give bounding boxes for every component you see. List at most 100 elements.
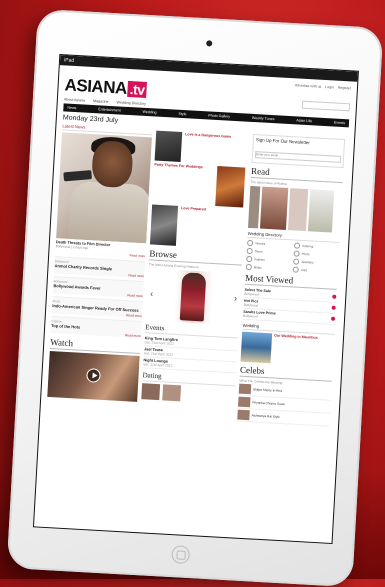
- item-text: Party Themes For Weddings: [152, 163, 214, 206]
- newsletter-title: Sign Up For Our Newsletter: [255, 137, 310, 146]
- directory-item[interactable]: Venues: [246, 239, 292, 249]
- tablet-screen: iPad Advertise with us Login Register AS…: [32, 54, 359, 545]
- item-title: Party Themes For Weddings: [154, 162, 203, 170]
- circle-icon: [246, 239, 254, 247]
- chevron-left-icon[interactable]: ‹: [150, 288, 154, 298]
- nav-weekly-tunes[interactable]: Weekly Tunes: [252, 116, 275, 121]
- camera-icon: [206, 40, 213, 47]
- item-title: Love Is a Dangerous Game: [185, 132, 232, 139]
- newsletter-box: Sign Up For Our Newsletter: [251, 133, 346, 169]
- status-bar-time: [214, 64, 215, 74]
- event-date: Sat, 21st April 2012: [143, 362, 173, 368]
- celeb-image: [237, 409, 250, 421]
- wedding-feature[interactable]: Our Wedding in Mauritius: [240, 331, 335, 367]
- wedding-title: Our Wedding in Mauritius: [273, 333, 318, 340]
- dating-image: [141, 383, 161, 401]
- gallery-carousel[interactable]: ‹ ›: [145, 268, 242, 326]
- hero-gun: [63, 170, 92, 182]
- circle-icon: [293, 250, 300, 257]
- dating-image: [162, 384, 182, 402]
- directory-item-label: Catering: [301, 243, 314, 249]
- subnav-wedding-directory[interactable]: Wedding Directory: [116, 100, 146, 106]
- dating-row[interactable]: [141, 383, 235, 404]
- website: Advertise with us Login Register ASIANA.…: [40, 65, 357, 427]
- directory-item[interactable]: Decor: [246, 247, 292, 257]
- magazine-covers[interactable]: [247, 185, 342, 233]
- site-logo[interactable]: ASIANA .tv: [64, 75, 147, 100]
- celeb-image: [238, 396, 251, 408]
- news-story[interactable]: Bollywood Anmol Charity Records Single R…: [54, 256, 145, 279]
- directory-item[interactable]: Jewellery: [293, 258, 338, 267]
- directory-item[interactable]: Cars: [292, 266, 338, 275]
- circle-icon: [245, 263, 252, 271]
- news-story[interactable]: Fashion Top of the Hots Read more: [50, 316, 142, 339]
- directory-item-label: Decor: [254, 249, 263, 254]
- nav-wedding[interactable]: Wedding: [142, 110, 156, 115]
- newsletter-email-input[interactable]: [254, 150, 342, 163]
- celeb-title: Aishwarya Rai Style: [251, 413, 280, 419]
- circle-icon: [292, 266, 299, 273]
- browse-section: Browse The latest Asiana Evening Glamour…: [145, 248, 243, 326]
- celeb-title: Shilpa Shetty In Red: [252, 387, 283, 393]
- most-viewed-category: Bollywood: [242, 313, 258, 319]
- event-date: Sat, 21st April 2012: [143, 351, 174, 357]
- circle-icon: [293, 258, 300, 265]
- magazine-cover: [307, 189, 335, 233]
- nav-entertainment[interactable]: Entertainment: [98, 107, 121, 112]
- directory-item-label: Music: [253, 265, 262, 270]
- celeb-image: [238, 383, 252, 395]
- home-button[interactable]: [171, 545, 191, 565]
- wedding-image: [240, 331, 273, 364]
- video-thumbnail[interactable]: [47, 350, 140, 402]
- content-columns: Latest News Death Threats to Film Direct…: [46, 123, 348, 427]
- event-date: Sat, 21st April 2012: [144, 340, 174, 346]
- logo-suffix: .tv: [127, 80, 147, 98]
- item-text: Love Prepared: [179, 206, 206, 247]
- circle-icon: [293, 242, 301, 249]
- gallery-figure: [179, 272, 207, 322]
- tablet-device: iPad Advertise with us Login Register AS…: [6, 8, 384, 587]
- wedding-directory-grid: Venues Catering Decor Photo Fashion Jewe…: [245, 239, 340, 275]
- list-item[interactable]: Party Themes For Weddings: [152, 163, 247, 208]
- directory-item[interactable]: Photo: [293, 250, 338, 259]
- chevron-right-icon[interactable]: ›: [234, 293, 238, 303]
- latest-news-column: Latest News Death Threats to Film Direct…: [46, 123, 153, 416]
- login-link[interactable]: Login: [325, 85, 334, 89]
- news-story[interactable]: Bollywood Bollywood Awards Fever Read mo…: [53, 276, 144, 299]
- directory-item-label: Venues: [255, 241, 266, 246]
- nav-news[interactable]: News: [67, 106, 76, 110]
- nav-photo-gallery[interactable]: Photo Gallery: [208, 113, 230, 118]
- play-icon[interactable]: [86, 368, 101, 383]
- directory-item[interactable]: Music: [245, 263, 291, 273]
- list-item[interactable]: Love Is a Dangerous Game: [154, 130, 250, 166]
- subnav-magazine[interactable]: Magazine: [93, 99, 109, 104]
- thumbnail-image: [149, 204, 179, 246]
- hero-figure-head: [91, 140, 134, 189]
- news-story[interactable]: Music Indo-American Singer Ready For Off…: [51, 296, 143, 319]
- directory-item-label: Fashion: [254, 257, 266, 262]
- directory-item[interactable]: Catering: [293, 242, 339, 251]
- magazine-cover: [259, 186, 289, 230]
- right-column: Sign Up For Our Newsletter Read The late…: [237, 133, 346, 427]
- directory-item[interactable]: Fashion: [246, 255, 291, 265]
- list-item[interactable]: Love Prepared: [149, 204, 245, 249]
- hero-image[interactable]: [56, 132, 152, 244]
- subnav-about[interactable]: About Asiana: [64, 97, 85, 102]
- watch-section: Watch: [47, 337, 141, 402]
- directory-item-label: Cars: [300, 267, 308, 273]
- logo-text: ASIANA: [64, 75, 128, 98]
- thumbnail-image: [154, 130, 183, 162]
- item-title: Love Prepared: [180, 206, 207, 212]
- circle-icon: [246, 255, 253, 263]
- item-text: Love Is a Dangerous Game: [184, 132, 232, 165]
- magazine-cover: [287, 188, 309, 232]
- nav-events[interactable]: Events: [334, 120, 345, 125]
- nav-style[interactable]: Style: [178, 112, 186, 116]
- wedding-text: Our Wedding in Mauritius: [272, 333, 318, 365]
- thumbnail-image: [215, 166, 246, 208]
- nav-asian-life[interactable]: Asian Life: [296, 118, 312, 123]
- circle-icon: [246, 247, 253, 255]
- search-input[interactable]: [301, 100, 351, 112]
- directory-item-label: Photo: [301, 251, 310, 257]
- register-link[interactable]: Register: [338, 86, 351, 91]
